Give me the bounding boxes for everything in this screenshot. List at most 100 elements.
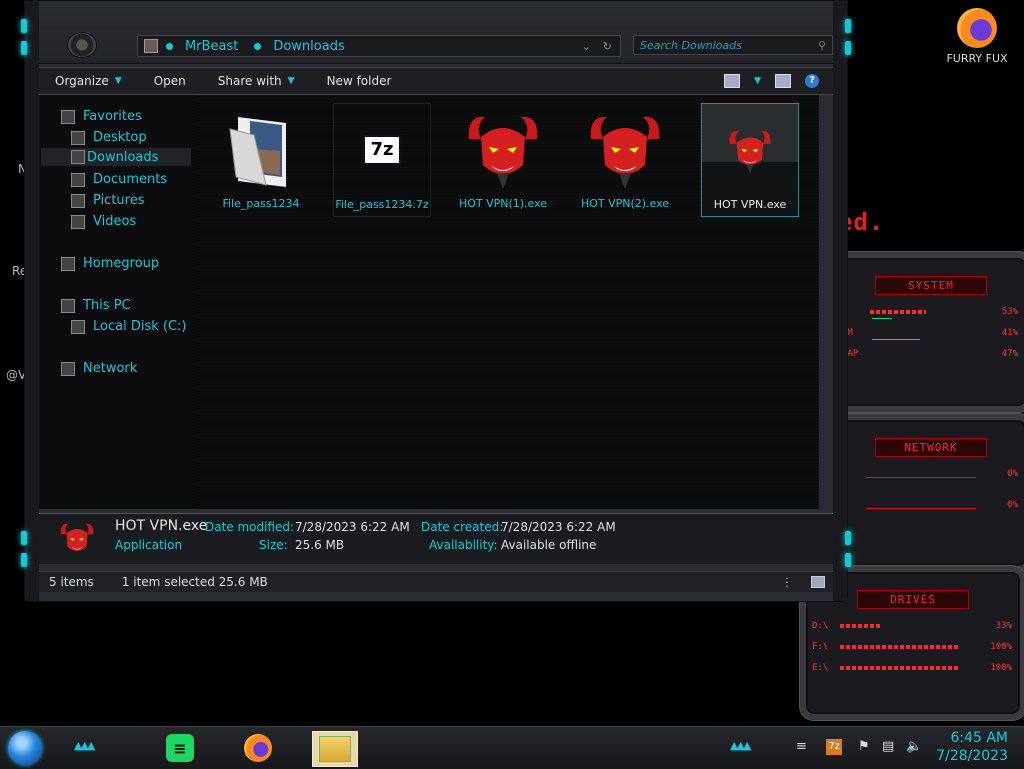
furry-fux-desktop-icon[interactable]: FURRY FUX [940,8,1014,65]
file-item[interactable]: File_pass1234 [213,103,309,215]
organize-button[interactable]: Organize ▼ [39,74,138,88]
nav-videos[interactable]: Videos [71,214,136,229]
computer-icon [61,298,75,313]
volume-icon[interactable]: 🔈 [906,739,922,754]
spotify-icon: ≡ [166,734,194,762]
spotify-taskbar-button[interactable]: ≡ [158,731,202,765]
file-list: File_pass1234 7z File_pass1234.7z HOT VP… [197,95,819,509]
chevron-down-icon[interactable]: ▼ [754,76,761,86]
nav-desktop[interactable]: Desktop [71,130,147,145]
devil-exe-icon [585,105,665,193]
date-created-value: 7/28/2023 6:22 AM [501,520,616,534]
file-explorer-taskbar-button[interactable] [312,731,358,767]
firefox-taskbar-button[interactable] [236,731,280,765]
desktop-icon-label: FURRY FUX [946,52,1008,65]
large-icons-view-icon[interactable] [811,576,825,588]
date-created-label: Date created: [421,520,504,534]
file-item[interactable]: 7z File_pass1234.7z [333,103,431,217]
drive-icon [71,319,85,334]
file-name: HOT VPN(1).exe [458,197,548,210]
breadcrumb-separator-icon [166,42,173,50]
widget-row: VAP 47% [836,339,1024,366]
file-item[interactable]: HOT VPN(1).exe [455,103,551,215]
date-modified-value: 7/28/2023 6:22 AM [295,520,410,534]
documents-icon [71,172,85,187]
network-graph [866,508,976,509]
details-pane: HOT VPN.exe Application Date modified: 7… [39,513,833,564]
open-label: Open [153,74,186,88]
videos-icon [71,214,85,229]
frame-accent [845,531,851,545]
change-view-icon[interactable] [724,74,741,88]
clock[interactable]: 6:45 AM 7/28/2023 [936,729,1008,765]
clock-date: 7/28/2023 [936,748,1008,764]
nav-this-pc[interactable]: This PC [61,298,131,313]
nav-label: Local Disk (C:) [93,319,187,334]
show-hidden-icons-icon[interactable]: ≡ [796,739,807,754]
widget-row: 0% [836,465,1024,486]
nav-network[interactable]: Network [61,361,137,376]
usage-bar [870,310,926,314]
file-item-selected[interactable]: HOT VPN.exe [701,103,799,217]
item-count: 5 items [49,575,94,589]
start-button[interactable] [8,731,42,765]
file-name: HOT VPN.exe [713,198,787,211]
file-item[interactable]: HOT VPN(2).exe [577,103,673,215]
row-value: 41% [1001,328,1018,338]
nav-label: Desktop [93,130,147,145]
nav-downloads[interactable]: Downloads [41,148,191,166]
chevron-down-icon[interactable]: ⌄ [582,40,591,53]
widget-row: F:\ 100% [806,638,1020,659]
refresh-icon[interactable]: ↻ [603,40,612,53]
clock-time: 6:45 AM [950,730,1008,746]
firefox-icon [244,734,272,762]
new-folder-label: New folder [326,74,392,88]
navigation-pane: Favorites Desktop Downloads Documents Pi… [39,95,197,509]
details-file-kind: Application [115,538,183,552]
network-icon [61,361,75,376]
row-value: 100% [990,642,1012,652]
nav-pictures[interactable]: Pictures [71,193,144,208]
nav-local-disk[interactable]: Local Disk (C:) [71,319,186,334]
widget-row: E:\ 100% [806,659,1020,680]
pictures-icon [71,193,85,208]
explorer-window: MrBeast Downloads ⌄ ↻ Search Downloads ⚲… [21,0,851,602]
nav-label: Favorites [83,109,142,124]
widget-row: AM 41% [836,318,1024,345]
back-forward-button[interactable] [67,32,97,58]
nav-documents[interactable]: Documents [71,172,167,187]
desktop-icon [71,130,85,145]
downloads-icon [71,150,85,164]
nav-homegroup[interactable]: Homegroup [61,256,159,271]
organize-label: Organize [55,74,109,88]
widget-row: T 0% [836,496,1024,517]
details-view-icon[interactable]: ⋮ [781,575,793,589]
breadcrumb-separator-icon [254,42,262,50]
window-frame-right [833,1,847,601]
widget-title: DRIVES [857,590,969,609]
address-bar[interactable]: MrBeast Downloads ⌄ ↻ [137,35,621,57]
breadcrumb-downloads[interactable]: Downloads [273,39,344,54]
graph-line [872,339,920,340]
search-icon[interactable]: ⚲ [818,39,826,52]
7zip-tray-icon[interactable]: 7z [826,739,842,755]
availability-label: Availability: [429,538,498,552]
share-with-label: Share with [217,74,282,88]
share-with-button[interactable]: Share with ▼ [202,74,311,88]
frame-accent [21,41,27,55]
nav-favorites[interactable]: Favorites [61,109,142,124]
new-folder-button[interactable]: New folder [311,74,408,88]
preview-pane-icon[interactable] [775,74,791,88]
breadcrumb-mrbeast[interactable]: MrBeast [185,39,238,54]
drive-bar [840,624,880,628]
frame-accent [845,19,851,33]
nav-label: Videos [93,214,137,229]
frame-accent [21,531,27,545]
network-tray-icon[interactable]: ▤ [882,739,894,754]
help-icon[interactable]: ? [805,74,819,88]
devil-exe-icon [710,106,790,194]
drive-bar [840,666,960,670]
open-button[interactable]: Open [138,74,202,88]
action-center-flag-icon[interactable]: ⚑ [858,739,870,754]
search-input[interactable]: Search Downloads ⚲ [633,35,833,55]
